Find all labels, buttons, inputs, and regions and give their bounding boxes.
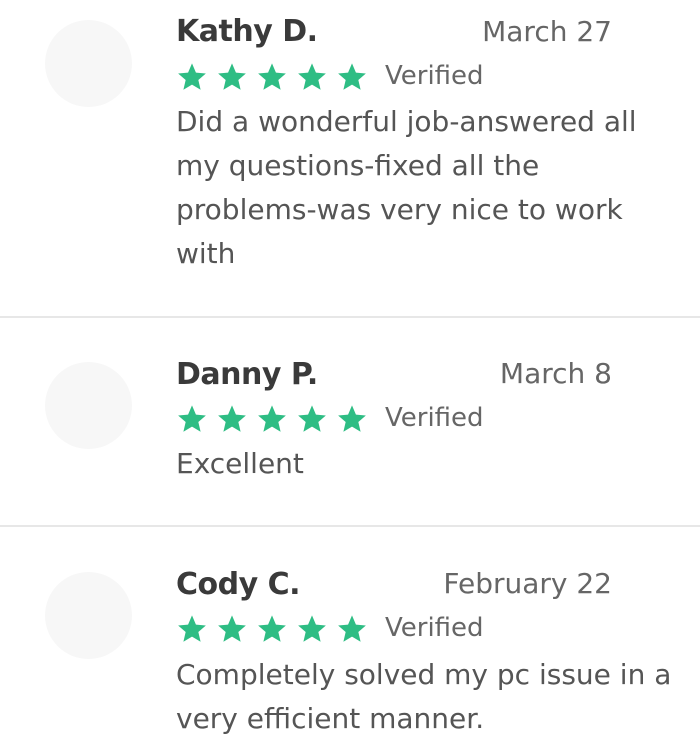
verified-label: Verified [385, 61, 484, 91]
avatar [45, 362, 132, 449]
star-icon [296, 613, 328, 645]
star-rating [176, 402, 376, 436]
star-rating [176, 60, 376, 94]
star-icon [256, 403, 288, 435]
star-icon [216, 613, 248, 645]
avatar [45, 20, 132, 107]
verified-label: Verified [385, 613, 484, 643]
star-icon [216, 403, 248, 435]
review-date: March 8 [499, 357, 612, 390]
divider [0, 525, 700, 527]
star-icon [336, 61, 368, 93]
star-icon [256, 61, 288, 93]
star-rating [176, 612, 376, 646]
review-date: February 22 [443, 567, 612, 600]
reviewer-name: Kathy D. [176, 14, 318, 49]
star-icon [256, 613, 288, 645]
star-icon [176, 61, 208, 93]
reviewer-name: Danny P. [176, 357, 318, 392]
star-icon [336, 403, 368, 435]
avatar [45, 572, 132, 659]
review-text: Completely solved my pc issue in a very … [176, 658, 672, 735]
reviewer-name: Cody C. [176, 567, 301, 602]
review-text: Excellent [176, 447, 304, 480]
star-icon [176, 403, 208, 435]
star-icon [296, 403, 328, 435]
divider [0, 316, 700, 318]
star-icon [176, 613, 208, 645]
review-text: Did a wonderful job-answered all my ques… [176, 105, 637, 270]
verified-label: Verified [385, 403, 484, 433]
star-icon [216, 61, 248, 93]
star-icon [296, 61, 328, 93]
star-icon [336, 613, 368, 645]
review-date: March 27 [482, 15, 612, 48]
